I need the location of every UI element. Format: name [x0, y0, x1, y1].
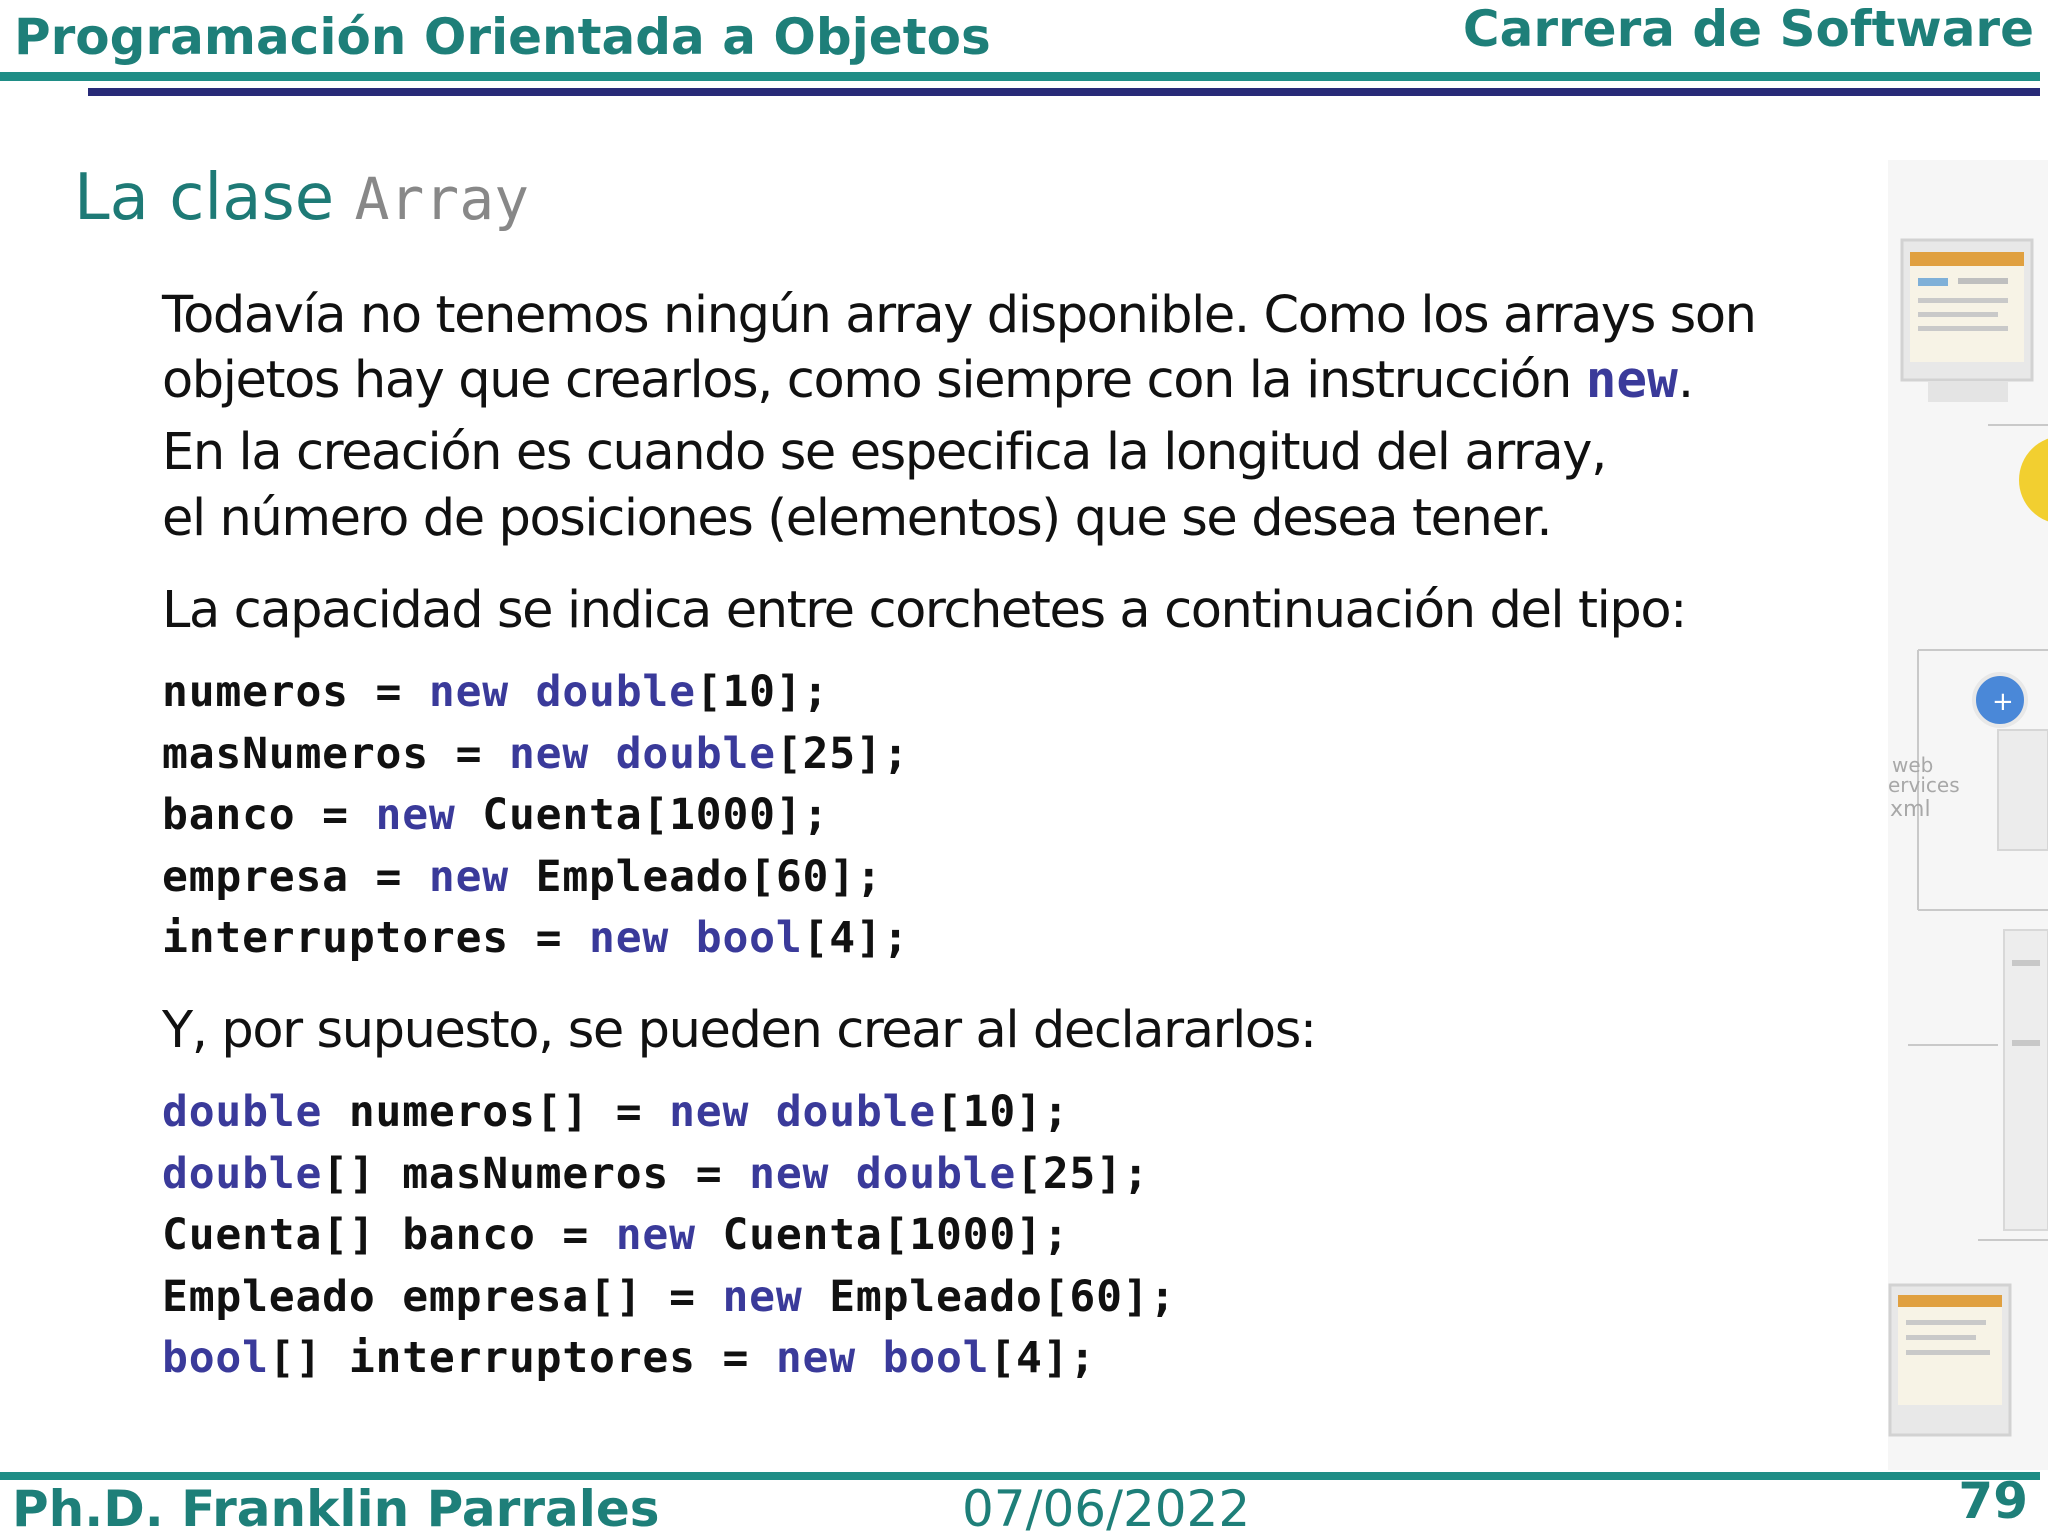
- svg-text:ervices: ervices: [1888, 773, 1960, 797]
- code-line: Empleado empresa[] = new Empleado[60];: [162, 1267, 1176, 1329]
- code-keyword: double: [162, 1087, 323, 1137]
- paragraph-3: La capacidad se indica entre corchetes a…: [162, 581, 1687, 640]
- code-text: [4];: [802, 913, 910, 963]
- code-text: Cuenta[1000];: [455, 790, 830, 840]
- footer-date: 07/06/2022: [962, 1480, 1251, 1538]
- decorative-side-image: + web ervices xml: [1888, 160, 2048, 1470]
- code-text: [10];: [935, 1087, 1070, 1137]
- code-keyword: new bool: [589, 913, 803, 963]
- code-text: [] masNumeros =: [322, 1148, 750, 1199]
- code-text: [] interruptores =: [268, 1333, 776, 1383]
- code-line: numeros = new double[10];: [162, 662, 909, 724]
- slide-title-code: Array: [354, 165, 530, 233]
- code-block-declaration: double numeros[] = new double[10]; double…: [162, 1082, 1176, 1390]
- code-keyword: bool: [162, 1333, 269, 1383]
- code-text: [25];: [1016, 1148, 1150, 1199]
- code-text: numeros =: [162, 667, 429, 717]
- code-text: empresa =: [162, 851, 429, 902]
- code-text: [10];: [695, 667, 830, 717]
- code-text: Empleado empresa[] =: [162, 1271, 723, 1322]
- code-text: interruptores =: [162, 913, 590, 963]
- svg-text:+: +: [1992, 687, 2014, 717]
- paragraph-1-line-2: objetos hay que crearlos, como siempre c…: [162, 348, 1694, 414]
- code-text: Cuenta[] banco =: [162, 1210, 616, 1260]
- code-keyword: double: [162, 1148, 323, 1199]
- program-title: Carrera de Software: [1462, 0, 2034, 58]
- code-line: double[] masNumeros = new double[25];: [162, 1144, 1176, 1206]
- code-text: [4];: [989, 1333, 1097, 1383]
- code-line: empresa = new Empleado[60];: [162, 847, 909, 909]
- keyword-new: new: [1585, 351, 1678, 410]
- svg-text:xml: xml: [1890, 797, 1931, 822]
- paragraph-2-line-2: el número de posiciones (elementos) que …: [162, 489, 1553, 548]
- paragraph-4: Y, por supuesto, se pueden crear al decl…: [162, 1001, 1317, 1060]
- code-text: numeros[] =: [322, 1087, 670, 1137]
- code-keyword: new double: [749, 1148, 1017, 1199]
- code-keyword: new double: [428, 667, 696, 717]
- paragraph-1-line-1: Todavía no tenemos ningún array disponib…: [162, 286, 1757, 345]
- code-keyword: new: [615, 1210, 696, 1260]
- code-line: masNumeros = new double[25];: [162, 724, 909, 786]
- code-line: double numeros[] = new double[10];: [162, 1082, 1176, 1144]
- code-keyword: new double: [669, 1087, 936, 1137]
- code-text: Empleado[60];: [508, 851, 883, 902]
- code-block-creation: numeros = new double[10]; masNumeros = ne…: [162, 662, 909, 970]
- code-keyword: new double: [508, 728, 776, 779]
- code-text: masNumeros =: [162, 728, 509, 779]
- code-text: Empleado[60];: [802, 1271, 1177, 1322]
- header-rule-teal: [0, 72, 2040, 81]
- code-line: banco = new Cuenta[1000];: [162, 785, 909, 847]
- page-number: 79: [1958, 1472, 2028, 1530]
- code-keyword: new: [375, 790, 456, 840]
- slide-title: La clase Array: [74, 158, 529, 239]
- course-title: Programación Orientada a Objetos: [14, 8, 991, 66]
- footer-author: Ph.D. Franklin Parrales: [12, 1480, 660, 1538]
- code-line: interruptores = new bool[4];: [162, 908, 909, 970]
- code-keyword: new: [722, 1271, 803, 1322]
- code-text: [25];: [775, 728, 910, 779]
- code-text: Cuenta[1000];: [695, 1210, 1070, 1260]
- code-keyword: new bool: [775, 1333, 990, 1383]
- code-line: Cuenta[] banco = new Cuenta[1000];: [162, 1205, 1176, 1267]
- paragraph-1-period: .: [1677, 351, 1694, 410]
- code-line: bool[] interruptores = new bool[4];: [162, 1328, 1176, 1390]
- slide-title-text: La clase: [74, 161, 335, 235]
- paragraph-1-text: objetos hay que crearlos, como siempre c…: [162, 351, 1572, 410]
- paragraph-2-line-1: En la creación es cuando se especifica l…: [162, 423, 1607, 482]
- code-text: banco =: [162, 790, 376, 840]
- code-keyword: new: [428, 851, 509, 902]
- header-rule-navy: [88, 88, 2040, 96]
